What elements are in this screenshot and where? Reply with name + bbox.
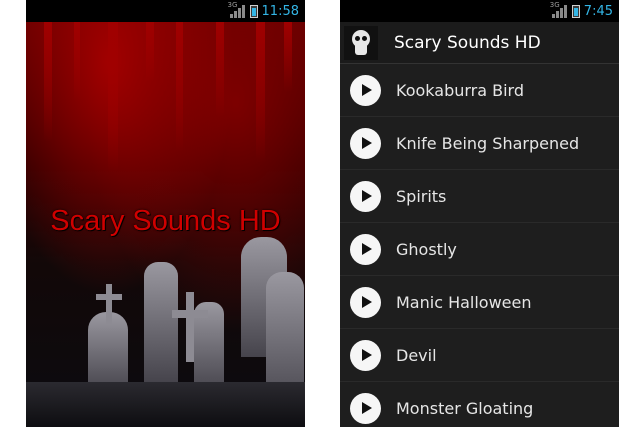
status-time: 11:58 [261, 3, 299, 19]
list-item[interactable]: Monster Gloating [340, 382, 619, 427]
sound-label: Spirits [396, 186, 447, 206]
list-item[interactable]: Ghostly [340, 223, 619, 276]
play-button[interactable] [350, 286, 381, 318]
list-item[interactable]: Manic Halloween [340, 276, 619, 329]
sound-label: Manic Halloween [396, 292, 532, 312]
play-icon [362, 190, 372, 202]
signal-icon: 3G [549, 1, 568, 18]
list-item[interactable]: Kookaburra Bird [340, 64, 619, 117]
play-icon [362, 349, 372, 361]
battery-icon [249, 4, 258, 18]
play-button[interactable] [350, 180, 381, 212]
list-item[interactable]: Devil [340, 329, 619, 382]
splash-screen: 3G 11:58 Scary Sounds HD [26, 0, 305, 427]
skull-icon[interactable] [344, 25, 378, 60]
play-icon [362, 296, 372, 308]
splash-title: Scary Sounds HD [50, 205, 281, 237]
play-button[interactable] [350, 74, 381, 106]
play-icon [362, 137, 372, 149]
play-button[interactable] [350, 233, 381, 265]
splash-background: Scary Sounds HD [26, 22, 305, 427]
sound-label: Kookaburra Bird [396, 80, 524, 100]
signal-icon: 3G [227, 1, 246, 18]
list-item[interactable]: Knife Being Sharpened [340, 117, 619, 170]
play-icon [362, 243, 372, 255]
action-bar: Scary Sounds HD [340, 22, 619, 64]
list-item[interactable]: Spirits [340, 170, 619, 223]
play-icon [362, 402, 372, 414]
play-button[interactable] [350, 392, 381, 424]
sound-label: Ghostly [396, 239, 457, 259]
status-bar: 3G 7:45 [340, 0, 619, 22]
play-button[interactable] [350, 339, 381, 371]
status-bar: 3G 11:58 [26, 0, 305, 22]
status-time: 7:45 [583, 3, 613, 19]
play-button[interactable] [350, 127, 381, 159]
sound-list-screen: 3G 7:45 Scary Sounds HD Kookaburra Bird … [340, 0, 619, 427]
sound-label: Monster Gloating [396, 398, 534, 418]
app-title: Scary Sounds HD [394, 32, 541, 53]
sound-label: Devil [396, 345, 437, 365]
battery-icon [571, 4, 580, 18]
play-icon [362, 84, 372, 96]
sound-label: Knife Being Sharpened [396, 133, 580, 153]
sound-list: Kookaburra Bird Knife Being Sharpened Sp… [340, 64, 619, 427]
network-type: 3G [227, 1, 238, 9]
network-type: 3G [549, 1, 560, 9]
